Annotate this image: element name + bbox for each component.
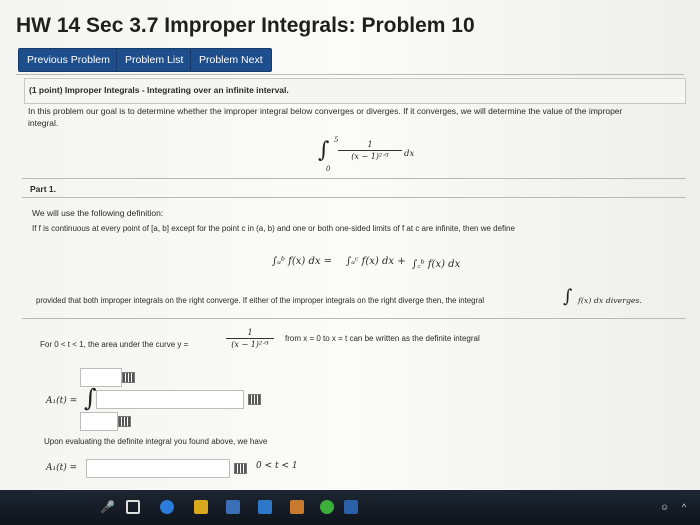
provided-text: provided that both improper integrals on… [36, 296, 485, 305]
equation-editor-icon[interactable] [234, 463, 247, 474]
taskbar: 🎤 ☺ ^ [0, 490, 700, 525]
chrome-icon[interactable] [320, 500, 334, 514]
a1-label: A₁(t) = [46, 396, 78, 406]
file-explorer-icon[interactable] [194, 500, 208, 514]
curve-denominator: (x − 1)²ᐟ³ [231, 340, 269, 349]
integrand-fraction: 1 (x − 1)²ᐟ³ [338, 140, 402, 161]
equation-editor-icon[interactable] [118, 416, 131, 427]
integrand-denominator: (x − 1)²ᐟ³ [351, 152, 389, 161]
from-text: from x = 0 to x = t can be written as th… [285, 334, 480, 343]
for-text: For 0 < t < 1, the area under the curve … [40, 340, 189, 349]
mail-icon[interactable] [258, 500, 272, 514]
def-left-integral: ∫ₐᵇ f(x) dx = [272, 256, 333, 267]
mic-icon[interactable]: 🎤 [100, 500, 115, 514]
a1-result-input[interactable] [86, 459, 230, 478]
store-icon[interactable] [226, 500, 240, 514]
curve-numerator: 1 [226, 328, 274, 339]
previous-problem-button[interactable]: Previous Problem [18, 48, 119, 72]
divider [22, 197, 686, 198]
a1-label-2: A₁(t) = [46, 463, 78, 473]
problem-heading: (1 point) Improper Integrals - Integrati… [29, 85, 289, 95]
task-view-icon[interactable] [126, 500, 140, 514]
intro-text-2: integral. [28, 118, 59, 128]
curve-fraction: 1 (x − 1)²ᐟ³ [226, 328, 274, 349]
definition-intro: We will use the following definition: [32, 208, 164, 218]
people-icon[interactable]: ☺ [660, 502, 669, 512]
range-text: 0 < t < 1 [256, 461, 298, 471]
part-label: Part 1. [30, 184, 56, 194]
def-right-integral: ∫꜀ᵇ f(x) dx [412, 259, 461, 270]
webwork-page: HW 14 Sec 3.7 Improper Integrals: Proble… [0, 0, 700, 490]
integral-sign: ∫ [84, 384, 97, 412]
equation-editor-icon[interactable] [122, 372, 135, 383]
equation-editor-icon[interactable] [248, 394, 261, 405]
divider [22, 318, 686, 319]
definition-text: If f is continuous at every point of [a,… [32, 224, 515, 233]
app-icon[interactable] [290, 500, 304, 514]
upon-text: Upon evaluating the definite integral yo… [44, 437, 268, 446]
integrand-dx: dx [404, 149, 415, 159]
divider [16, 74, 684, 75]
next-problem-button[interactable]: Problem Next [190, 48, 272, 72]
problem-list-button[interactable]: Problem List [116, 48, 193, 72]
integrand-numerator: 1 [338, 140, 402, 151]
integral-sign: ∫ [563, 286, 573, 307]
integral-sign: ∫ [318, 138, 330, 163]
problem-heading-box: (1 point) Improper Integrals - Integrati… [24, 78, 686, 104]
intro-text: In this problem our goal is to determine… [28, 106, 623, 116]
divider [22, 178, 686, 179]
word-icon[interactable] [344, 500, 358, 514]
integral-lower: 0 [326, 165, 331, 173]
integrand-input[interactable] [96, 390, 244, 409]
def-mid-integral: ∫ₐᶜ f(x) dx + [346, 256, 406, 267]
page-title: HW 14 Sec 3.7 Improper Integrals: Proble… [16, 14, 475, 37]
provided-tail: f(x) dx diverges. [578, 296, 643, 305]
chevron-up-icon[interactable]: ^ [682, 502, 686, 512]
lower-limit-input[interactable] [80, 412, 118, 431]
edge-browser-icon[interactable] [160, 500, 174, 514]
